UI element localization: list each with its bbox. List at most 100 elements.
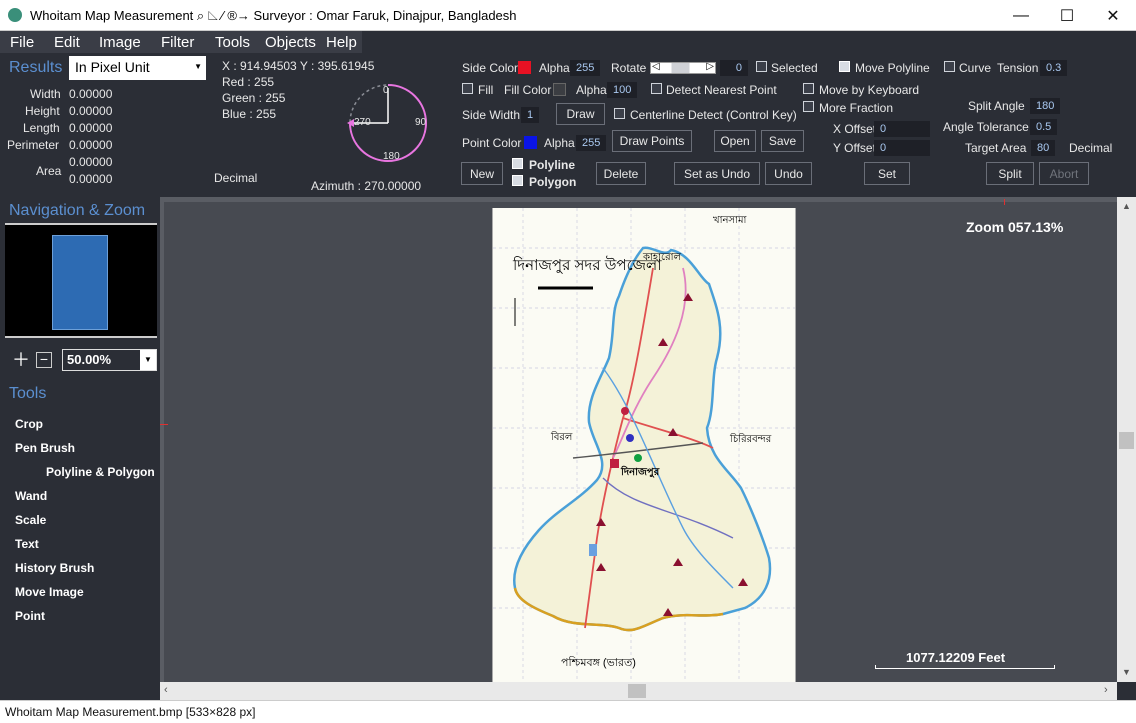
width-label: Width [30, 87, 61, 101]
move-polyline-label: Move Polyline [855, 61, 930, 75]
tool-point[interactable]: Point [15, 609, 45, 623]
close-button[interactable]: ✕ [1090, 0, 1136, 31]
open-button[interactable]: Open [714, 130, 756, 152]
vertical-scrollbar[interactable]: ▲ ▼ [1117, 197, 1136, 682]
vertical-scroll-thumb[interactable] [1119, 432, 1134, 449]
angle-tolerance-label: Angle Tolerance [943, 120, 1029, 134]
new-button[interactable]: New [461, 162, 503, 185]
horizontal-scroll-thumb[interactable] [628, 684, 646, 698]
fill-alpha-label: Alpha [576, 83, 607, 97]
map-label-kaharol: কাহারোল [643, 252, 681, 263]
zoom-out-icon[interactable]: − [36, 352, 52, 368]
area-value: 0.00000 [69, 155, 113, 169]
left-panel: Navigation & Zoom ＋ − 50.00% ▼ Tools Cro… [0, 196, 160, 680]
polygon-checkbox[interactable] [512, 175, 523, 186]
menu-filter[interactable]: Filter [161, 34, 194, 51]
y-offset-label: Y Offset [833, 141, 876, 155]
menu-edit[interactable]: Edit [54, 34, 80, 51]
tool-pen-brush[interactable]: Pen Brush [15, 441, 75, 455]
unit-select[interactable]: In Pixel Unit ▼ [69, 56, 206, 80]
side-alpha-input[interactable]: 255 [570, 60, 601, 76]
scroll-left-icon[interactable]: ‹ [164, 684, 168, 696]
zoom-in-icon[interactable]: ＋ [12, 351, 30, 369]
undo-button[interactable]: Undo [765, 162, 812, 185]
split-button[interactable]: Split [986, 162, 1034, 185]
selected-checkbox[interactable] [756, 61, 767, 72]
polygon-label: Polygon [529, 175, 577, 189]
tension-label: Tension [997, 61, 1039, 75]
tool-crop[interactable]: Crop [15, 417, 43, 431]
centerline-checkbox[interactable] [614, 108, 625, 119]
tool-text[interactable]: Text [15, 537, 39, 551]
move-keyboard-checkbox[interactable] [803, 83, 814, 94]
menu-tools[interactable]: Tools [215, 34, 250, 51]
rotate-input[interactable]: 0 [720, 60, 748, 76]
move-polyline-checkbox[interactable] [839, 61, 850, 72]
scroll-up-icon[interactable]: ▲ [1122, 201, 1131, 211]
fill-color-swatch[interactable] [553, 83, 566, 96]
side-width-input[interactable]: 1 [521, 107, 540, 123]
set-button[interactable]: Set [864, 162, 910, 185]
abort-button[interactable]: Abort [1039, 162, 1089, 185]
angle-tolerance-input[interactable]: 0.5 [1030, 119, 1058, 135]
draw-button[interactable]: Draw [556, 103, 605, 125]
maximize-button[interactable]: ☐ [1044, 0, 1090, 31]
length-label: Length [23, 121, 60, 135]
menu-image[interactable]: Image [99, 34, 141, 51]
centerline-label: Centerline Detect (Control Key) [630, 108, 797, 122]
point-alpha-label: Alpha [544, 136, 575, 150]
tool-scale[interactable]: Scale [15, 513, 46, 527]
polyline-checkbox[interactable] [512, 158, 523, 169]
menu-objects[interactable]: Objects [265, 34, 316, 51]
scroll-down-icon[interactable]: ▼ [1122, 667, 1131, 677]
height-value: 0.00000 [69, 104, 113, 118]
scroll-right-icon[interactable]: › [1104, 684, 1108, 696]
side-color-swatch[interactable] [518, 61, 531, 74]
height-label: Height [25, 104, 60, 118]
unit-select-value: In Pixel Unit [75, 59, 150, 75]
navigation-heading: Navigation & Zoom [9, 202, 146, 219]
point-color-swatch[interactable] [524, 136, 537, 149]
rotate-slider[interactable]: ◁ ▷ [650, 61, 716, 74]
blue-value: Blue : 255 [222, 107, 277, 121]
draw-points-button[interactable]: Draw Points [612, 130, 692, 152]
set-as-undo-button[interactable]: Set as Undo [674, 162, 760, 185]
delete-button[interactable]: Delete [596, 162, 646, 185]
map-image[interactable]: দিনাজপুর সদর উপজেলা কাহারোল খানসামা বিরল… [492, 208, 796, 682]
map-label-biral: বিরল [551, 432, 573, 443]
curve-checkbox[interactable] [944, 61, 955, 72]
ruler-marker-y [160, 424, 168, 425]
y-offset-input[interactable]: 0 [874, 140, 930, 156]
tool-polyline-polygon[interactable]: Polyline & Polygon [46, 465, 155, 479]
target-area-input[interactable]: 80 [1031, 140, 1056, 156]
split-angle-input[interactable]: 180 [1030, 98, 1061, 114]
perimeter-label: Perimeter [7, 138, 60, 152]
tension-input[interactable]: 0.3 [1040, 60, 1068, 76]
arrow-right-icon: ▷ [706, 61, 714, 72]
fill-alpha-input[interactable]: 100 [607, 82, 638, 98]
save-button[interactable]: Save [761, 130, 804, 152]
map-label-khansama: খানসামা [713, 215, 747, 226]
x-offset-input[interactable]: 0 [874, 121, 930, 137]
point-color-label: Point Color [462, 136, 522, 150]
menu-file[interactable]: File [10, 34, 34, 51]
minimize-button[interactable]: — [998, 0, 1044, 31]
navigation-preview[interactable] [5, 223, 157, 338]
selected-label: Selected [771, 61, 818, 75]
horizontal-scrollbar[interactable]: ‹ › [160, 682, 1117, 700]
zoom-select[interactable]: 50.00% ▼ [62, 349, 157, 371]
navigation-viewport[interactable] [52, 235, 108, 330]
more-fraction-label: More Fraction [819, 101, 894, 115]
fill-label: Fill [478, 83, 494, 97]
tool-history-brush[interactable]: History Brush [15, 561, 94, 575]
detect-nearest-checkbox[interactable] [651, 83, 662, 94]
tool-wand[interactable]: Wand [15, 489, 47, 503]
more-fraction-checkbox[interactable] [803, 101, 814, 112]
decimal-unit-label: Decimal [1069, 141, 1113, 155]
point-alpha-input[interactable]: 255 [576, 135, 607, 151]
tool-move-image[interactable]: Move Image [15, 585, 84, 599]
top-ruler [160, 197, 1117, 202]
split-angle-label: Split Angle [968, 99, 1025, 113]
menu-help[interactable]: Help [326, 34, 357, 51]
fill-checkbox[interactable] [462, 83, 473, 94]
